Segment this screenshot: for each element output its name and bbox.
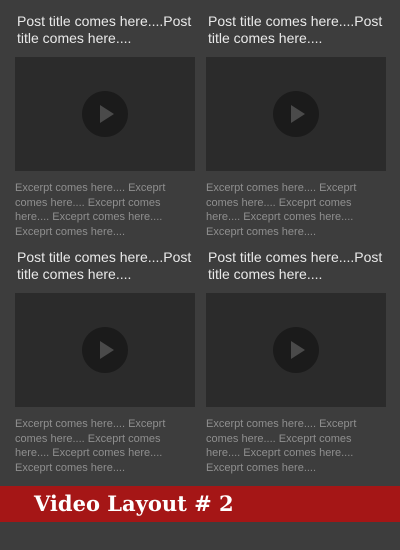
video-player[interactable] [15, 293, 195, 407]
post-excerpt: Excerpt comes here.... Exceprt comes her… [15, 182, 166, 238]
post-excerpt: Excerpt comes here.... Exceprt comes her… [15, 418, 166, 474]
post-title[interactable]: Post title comes here....Post title come… [206, 249, 386, 293]
post-excerpt: Excerpt comes here.... Exceprt comes her… [206, 418, 357, 474]
video-post-card: Post title comes here....Post title come… [206, 249, 386, 479]
play-icon[interactable] [82, 91, 128, 137]
post-excerpt: Excerpt comes here.... Exceprt comes her… [206, 182, 357, 238]
video-player[interactable] [15, 57, 195, 171]
video-post-card: Post title comes here....Post title come… [15, 13, 195, 243]
video-post-card: Post title comes here....Post title come… [206, 13, 386, 243]
post-title[interactable]: Post title comes here....Post title come… [15, 249, 195, 293]
footer-strip [0, 522, 400, 550]
video-post-grid: Post title comes here....Post title come… [15, 13, 386, 479]
video-post-card: Post title comes here....Post title come… [15, 249, 195, 479]
video-player[interactable] [206, 57, 386, 171]
play-icon[interactable] [82, 327, 128, 373]
layout-title: Video Layout # 2 [34, 491, 234, 516]
post-title[interactable]: Post title comes here....Post title come… [15, 13, 195, 57]
video-player[interactable] [206, 293, 386, 407]
play-icon[interactable] [273, 91, 319, 137]
post-title[interactable]: Post title comes here....Post title come… [206, 13, 386, 57]
layout-title-banner: Video Layout # 2 [0, 486, 400, 522]
play-icon[interactable] [273, 327, 319, 373]
